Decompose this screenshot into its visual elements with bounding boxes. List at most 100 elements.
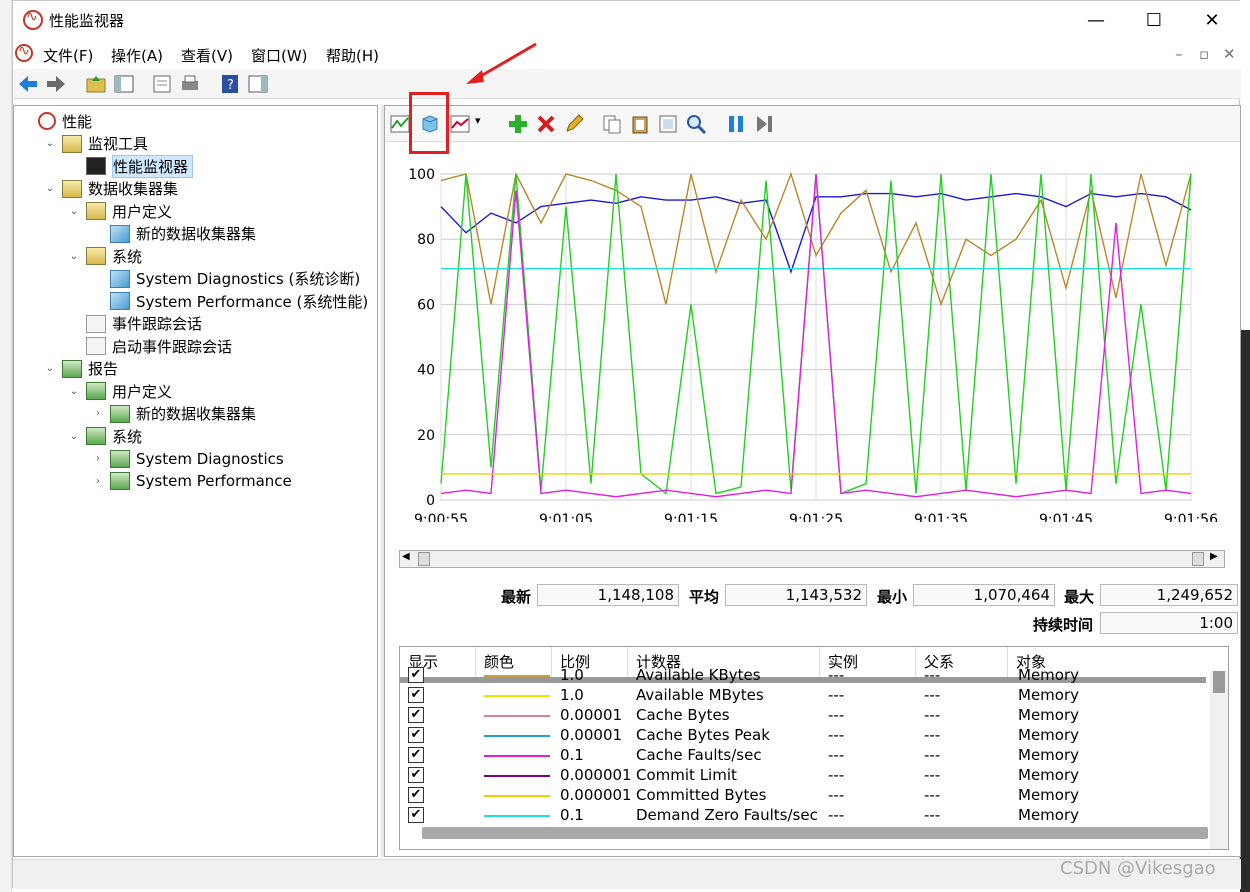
expand-chevron-icon[interactable]: ⌄ [68,251,80,262]
show-checkbox[interactable]: ✔ [408,767,424,783]
x-tick-label: 9:01:25 [789,512,843,522]
legend-row[interactable]: ✔ 0.00001 Cache Bytes --- --- Memory [400,705,1210,725]
show-checkbox[interactable]: ✔ [408,667,424,683]
expand-chevron-icon[interactable]: ⌄ [44,183,56,194]
folder-icon [86,247,106,265]
legend-row[interactable]: ✔ 0.000001 Committed Bytes --- --- Memory [400,785,1210,805]
zoom-icon[interactable] [685,113,707,135]
show-action-pane-icon[interactable] [247,73,269,95]
legend-horizontal-scrollbar[interactable] [422,827,1208,839]
inner-minimize-button[interactable]: – [1175,45,1183,63]
legend-row[interactable]: ✔ 1.0 Available KBytes --- --- Memory [400,665,1210,685]
view-current-activity-icon[interactable] [389,113,411,135]
tree-item[interactable]: ⌄ 报告 [44,358,118,380]
legend-counter: Demand Zero Faults/sec [636,806,818,824]
tree-item[interactable]: ⌄ 系统 [68,425,142,447]
expand-chevron-icon[interactable]: ⌄ [44,363,56,374]
show-checkbox[interactable]: ✔ [408,727,424,743]
tree-item[interactable]: System Diagnostics (系统诊断) [92,268,360,290]
y-tick-label: 40 [417,363,435,379]
freeze-display-icon[interactable] [725,113,747,135]
graph-type-dropdown-icon[interactable]: ▾ [475,114,481,127]
forward-arrow-icon[interactable] [45,73,67,95]
tree-item[interactable]: ⌄ 监视工具 [44,133,148,155]
tree-item[interactable]: System Performance (系统性能) [92,290,368,312]
tree-item[interactable]: ⌄ 数据收集器集 [44,178,178,200]
legend-scale: 0.1 [560,806,584,824]
expand-chevron-icon[interactable]: ⌄ [68,431,80,442]
maximize-button[interactable]: ☐ [1125,1,1183,39]
print-icon[interactable] [179,73,201,95]
inner-restore-button[interactable]: ▫ [1199,45,1209,63]
menu-file[interactable]: 文件(F) [43,45,93,66]
help-icon[interactable]: ? [219,73,241,95]
menu-window[interactable]: 窗口(W) [251,45,308,66]
legend-row[interactable]: ✔ 0.1 Cache Faults/sec --- --- Memory [400,745,1210,765]
expand-chevron-icon[interactable]: › [92,453,104,464]
scroll-left-icon[interactable]: ◀ [402,551,410,562]
legend-instance: --- [828,786,845,804]
show-checkbox[interactable]: ✔ [408,687,424,703]
properties-icon[interactable] [151,73,173,95]
time-scrollbar[interactable]: ◀ ▶ [399,550,1225,568]
expand-chevron-icon[interactable]: ⌄ [68,386,80,397]
color-swatch [484,735,550,737]
tree-item[interactable]: ⌄ 用户定义 [68,380,172,402]
legend-row[interactable]: ✔ 0.1 Demand Zero Faults/sec --- --- Memory [400,805,1210,825]
performance-graph[interactable]: 0 20 40 60 80 100 9:00:55 9:01:05 9:01:15 9:01:2… [385,142,1240,522]
legend-row[interactable]: ✔ 0.000001 Commit Limit --- --- Memory [400,765,1210,785]
inner-close-button[interactable]: ✕ [1223,45,1236,63]
legend-row[interactable]: ✔ 1.0 Available MBytes --- --- Memory [400,685,1210,705]
color-swatch [484,715,550,717]
show-checkbox[interactable]: ✔ [408,747,424,763]
show-checkbox[interactable]: ✔ [408,787,424,803]
tree-item[interactable]: 性能 [20,110,92,132]
tree-item[interactable]: › System Diagnostics [92,448,284,470]
tree-item-label: 性能监视器 [112,154,194,178]
close-button[interactable]: ✕ [1183,1,1241,39]
scroll-thumb-right[interactable] [1192,552,1204,566]
show-checkbox[interactable]: ✔ [408,707,424,723]
expand-chevron-icon[interactable]: › [92,408,104,419]
legend-vertical-scrollbar[interactable] [1210,671,1228,849]
highlight-pencil-icon[interactable] [563,113,585,135]
x-tick-label: 9:01:35 [914,512,968,522]
legend-object: Memory [1018,666,1080,684]
legend-row[interactable]: ✔ 0.00001 Cache Bytes Peak --- --- Memory [400,725,1210,745]
expand-chevron-icon[interactable]: ⌄ [68,206,80,217]
legend-scale: 0.00001 [560,706,623,724]
expand-chevron-icon[interactable]: ⌄ [44,138,56,149]
menu-help[interactable]: 帮助(H) [326,45,379,66]
tree-item[interactable]: ⌄ 用户定义 [68,200,172,222]
back-arrow-icon[interactable] [17,73,39,95]
properties-page-icon[interactable] [657,113,679,135]
menu-bar: 文件(F) 操作(A) 查看(V) 窗口(W) 帮助(H) – ▫ ✕ [13,39,1241,69]
menu-action[interactable]: 操作(A) [111,45,163,66]
tree-item-label: 用户定义 [112,202,173,221]
paste-counter-list-icon[interactable] [629,113,651,135]
change-graph-type-icon[interactable] [449,113,471,135]
copy-properties-icon[interactable] [601,113,623,135]
show-hide-tree-icon[interactable] [113,73,135,95]
folder-icon [62,134,82,153]
tree-item[interactable]: 启动事件跟踪会话 [68,335,232,357]
tree-item-label: 新的数据收集器集 [136,225,257,243]
show-checkbox[interactable]: ✔ [408,807,424,823]
perf-icon [38,112,56,130]
tree-item[interactable]: 事件跟踪会话 [68,313,202,335]
scroll-right-icon[interactable]: ▶ [1210,551,1218,562]
tree-item[interactable]: 新的数据收集器集 [92,223,256,245]
tree-item[interactable]: ⌄ 系统 [68,245,142,267]
tree-item[interactable]: 性能监视器 [68,154,194,178]
add-counter-icon[interactable] [507,113,529,135]
expand-chevron-icon[interactable]: › [92,476,104,487]
up-folder-icon[interactable] [85,73,107,95]
update-data-icon[interactable] [753,113,775,135]
tree-item[interactable]: › 新的数据收集器集 [92,403,256,425]
delete-counter-icon[interactable] [535,113,557,135]
legend-vscroll-thumb[interactable] [1213,671,1225,693]
tree-item[interactable]: › System Performance [92,470,292,492]
minimize-button[interactable]: — [1067,1,1125,39]
menu-view[interactable]: 查看(V) [181,45,233,66]
scroll-thumb[interactable] [418,552,430,566]
